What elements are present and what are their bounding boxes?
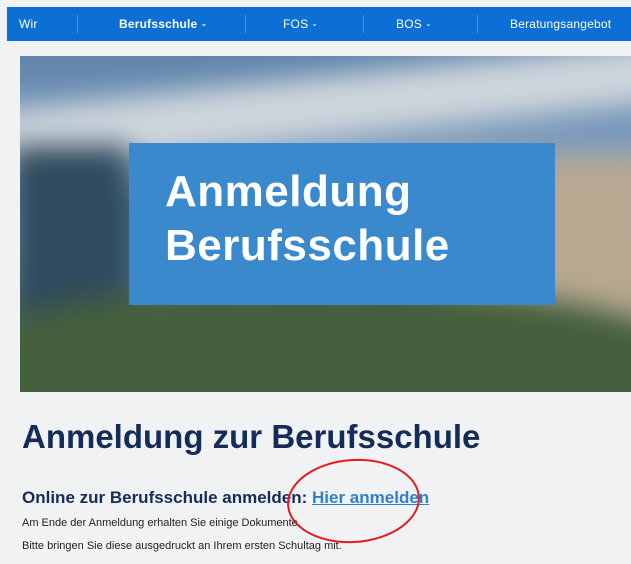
nav-item-label: FOS — [283, 17, 309, 31]
online-registration-text: Online zur Berufsschule anmelden: — [22, 488, 308, 507]
nav-item-beratungsangebot[interactable]: Beratungsangebot — [510, 7, 611, 41]
nav-item-label: Berufsschule — [119, 17, 198, 31]
chevron-down-icon: ⌄ — [424, 18, 432, 28]
hero-title-line-1: Anmeldung — [165, 167, 412, 216]
nav-divider — [477, 15, 478, 33]
page-title: Anmeldung zur Berufsschule — [22, 418, 481, 455]
main-navigation: Wir Berufsschule ⌄ FOS ⌄ BOS ⌄ Beratungs… — [7, 7, 631, 41]
nav-item-label: Beratungsangebot — [510, 17, 612, 31]
nav-item-fos[interactable]: FOS ⌄ — [283, 7, 318, 41]
nav-divider — [77, 15, 78, 33]
nav-item-berufsschule[interactable]: Berufsschule ⌄ — [119, 7, 207, 41]
nav-divider — [363, 15, 364, 33]
nav-item-label: BOS — [396, 17, 422, 31]
hero-title-box: Anmeldung Berufsschule — [129, 143, 555, 305]
register-link[interactable]: Hier anmelden — [312, 488, 429, 507]
info-text-line-1: Am Ende der Anmeldung erhalten Sie einig… — [22, 517, 301, 529]
nav-divider — [245, 15, 246, 33]
page: Wir Berufsschule ⌄ FOS ⌄ BOS ⌄ Beratungs… — [0, 0, 631, 564]
online-registration-heading: Online zur Berufsschule anmelden: Hier a… — [22, 488, 429, 508]
nav-item-label: Wir — [19, 17, 38, 31]
nav-item-wir[interactable]: Wir — [19, 7, 38, 41]
hero-title: Anmeldung Berufsschule — [165, 165, 450, 273]
info-text-line-2: Bitte bringen Sie diese ausgedruckt an I… — [22, 540, 342, 552]
chevron-down-icon: ⌄ — [200, 18, 208, 28]
nav-item-bos[interactable]: BOS ⌄ — [396, 7, 432, 41]
chevron-down-icon: ⌄ — [311, 18, 319, 28]
hero-title-line-2: Berufsschule — [165, 221, 450, 270]
